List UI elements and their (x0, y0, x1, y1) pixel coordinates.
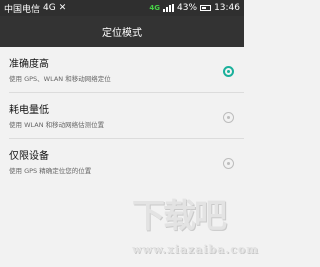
mode-option-battery-saving[interactable]: 耗电量低 使用 WLAN 和移动网络估测位置 (0, 93, 244, 139)
network-badge: 4G (149, 4, 161, 12)
status-left: 中国电信 4G ✕ (4, 2, 66, 15)
radio-button-selected[interactable] (223, 66, 234, 77)
mode-option-device-only[interactable]: 仅限设备 使用 GPS 精确定位您的位置 (0, 139, 244, 185)
mode-option-high-accuracy[interactable]: 准确度高 使用 GPS、WLAN 和移动网络定位 (0, 47, 244, 93)
radio-dot (227, 162, 230, 165)
mode-title: 仅限设备 (9, 151, 49, 162)
battery-icon (200, 5, 212, 11)
watermark-logo: 下载吧 www.xiazaiba.com (128, 194, 258, 264)
mode-description: 使用 WLAN 和移动网络估测位置 (9, 121, 105, 129)
mode-description: 使用 GPS 精确定位您的位置 (9, 167, 92, 175)
radio-dot (227, 70, 230, 73)
status-bar: 中国电信 4G ✕ 4G 43% 13:46 (0, 0, 244, 16)
radio-dot (227, 116, 230, 119)
mode-title: 耗电量低 (9, 105, 49, 116)
mode-description: 使用 GPS、WLAN 和移动网络定位 (9, 75, 111, 83)
radio-button[interactable] (223, 158, 234, 169)
watermark-text: 下载吧 (132, 196, 227, 235)
location-mode-list: 准确度高 使用 GPS、WLAN 和移动网络定位 耗电量低 使用 WLAN 和移… (0, 47, 244, 185)
status-right: 4G 43% 13:46 (149, 3, 240, 13)
mode-title: 准确度高 (9, 59, 49, 70)
battery-percent: 43% (177, 3, 198, 13)
signal-icon (163, 4, 175, 12)
network-type: 4G (43, 3, 56, 13)
radio-button[interactable] (223, 112, 234, 123)
page-title: 定位模式 (102, 28, 142, 39)
mute-icon: ✕ (58, 3, 67, 13)
app-bar: 定位模式 (0, 16, 244, 47)
clock: 13:46 (214, 3, 240, 13)
watermark-url: www.xiazaiba.com (132, 243, 259, 256)
carrier-name: 中国电信 (4, 4, 41, 15)
